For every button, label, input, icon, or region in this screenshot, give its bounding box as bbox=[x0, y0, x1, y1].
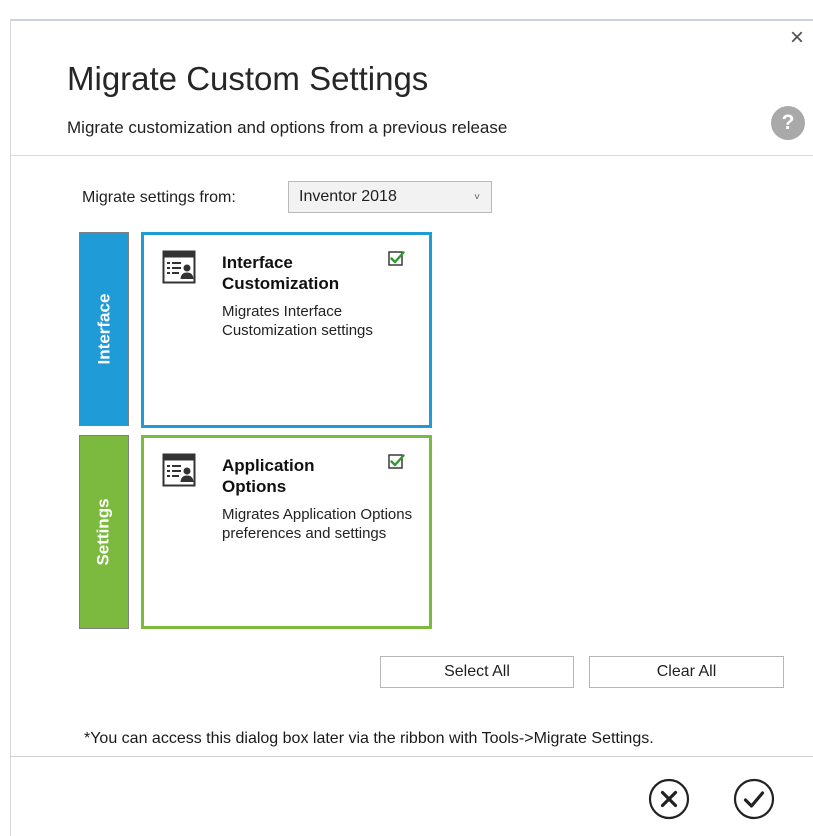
card-interface-description: Migrates Interface Customization setting… bbox=[222, 303, 373, 339]
dialog-title: Migrate Custom Settings bbox=[67, 60, 429, 97]
card-application-options[interactable]: Application Options Migrates Application… bbox=[141, 435, 432, 629]
chevron-down-icon: ˅ bbox=[474, 191, 480, 203]
window-left-border bbox=[10, 19, 11, 836]
card-interface-customization[interactable]: Interface Customization Migrates Interfa… bbox=[141, 232, 432, 428]
card-application-options-title: Application Options bbox=[222, 456, 315, 496]
migrate-from-dropdown[interactable]: Inventor 2018 ˅ bbox=[288, 181, 492, 213]
close-icon[interactable]: × bbox=[786, 24, 808, 51]
dialog-subtitle: Migrate customization and options from a… bbox=[67, 118, 508, 137]
card-application-options-description: Migrates Application Options preferences… bbox=[222, 506, 413, 542]
checkbox-checked-icon[interactable] bbox=[388, 453, 405, 470]
window-top-border bbox=[10, 19, 813, 21]
card-interface-title: Interface Customization bbox=[222, 253, 340, 293]
checkbox-checked-icon[interactable] bbox=[388, 250, 405, 267]
footer-divider bbox=[10, 756, 813, 757]
clear-all-button[interactable]: Clear All bbox=[589, 656, 784, 688]
migrate-settings-dialog: × Migrate Custom Settings Migrate custom… bbox=[0, 0, 813, 836]
tab-settings: Settings bbox=[79, 435, 129, 629]
header-divider bbox=[10, 155, 813, 156]
select-all-button[interactable]: Select All bbox=[380, 656, 574, 688]
tab-settings-label: Settings bbox=[94, 498, 113, 566]
settings-panel-user-icon bbox=[162, 250, 196, 284]
footnote-text: *You can access this dialog box later vi… bbox=[84, 730, 654, 747]
help-icon[interactable]: ? bbox=[771, 106, 805, 140]
migrate-from-label: Migrate settings from: bbox=[82, 189, 236, 206]
tab-interface: Interface bbox=[79, 232, 129, 426]
circle-check-icon[interactable] bbox=[733, 778, 775, 820]
tab-interface-label: Interface bbox=[94, 293, 113, 365]
migrate-from-selected-value: Inventor 2018 bbox=[299, 188, 397, 205]
circle-x-icon[interactable] bbox=[648, 778, 690, 820]
settings-panel-user-icon bbox=[162, 453, 196, 487]
